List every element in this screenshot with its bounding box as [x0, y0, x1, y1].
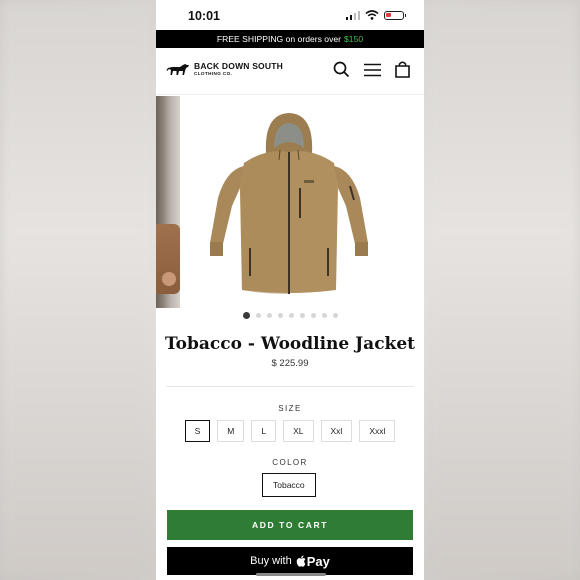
- add-to-cart-button[interactable]: ADD TO CART: [167, 510, 413, 540]
- gallery-dot[interactable]: [255, 313, 261, 318]
- gallery-dot[interactable]: [266, 313, 272, 318]
- gallery-dot[interactable]: [332, 313, 338, 318]
- wifi-icon: [365, 10, 379, 20]
- color-label: COLOR: [272, 458, 308, 467]
- previous-product-photo[interactable]: [156, 96, 180, 308]
- gallery-dot[interactable]: [277, 313, 283, 318]
- size-option-xl[interactable]: XL: [283, 420, 314, 442]
- size-option-l[interactable]: L: [251, 420, 277, 442]
- size-option-m[interactable]: M: [217, 420, 245, 442]
- status-bar: 10:01: [156, 0, 424, 30]
- product-title: Tobacco - Woodline Jacket: [164, 334, 415, 354]
- announcement-price: $150: [344, 34, 364, 44]
- menu-icon[interactable]: [364, 63, 381, 77]
- gallery-dot[interactable]: [299, 313, 305, 318]
- search-icon[interactable]: [333, 61, 350, 78]
- apple-pay-button[interactable]: Buy with Pay: [167, 547, 413, 575]
- brand-logo[interactable]: BACK DOWN SOUTH CLOTHING CO.: [166, 62, 283, 76]
- jacket-image: [210, 113, 368, 294]
- size-options: S M L XL Xxl Xxxl: [156, 420, 424, 442]
- bag-icon[interactable]: [395, 61, 410, 78]
- buy-with-label: Buy with: [250, 555, 292, 567]
- gallery-dot[interactable]: [321, 313, 327, 318]
- background-blur-right: [424, 0, 580, 580]
- size-option-s[interactable]: S: [184, 420, 211, 442]
- size-label: SIZE: [278, 404, 302, 413]
- apple-icon: [296, 555, 306, 567]
- signal-icon: [345, 10, 360, 20]
- product-gallery[interactable]: [156, 96, 424, 308]
- status-time: 10:01: [188, 9, 220, 23]
- announcement-bar: FREE SHIPPING on orders over $150: [156, 30, 424, 48]
- battery-icon: [384, 10, 406, 20]
- brand-name: BACK DOWN SOUTH: [194, 61, 283, 71]
- background-blur-left: [0, 0, 156, 580]
- announcement-text: FREE SHIPPING on orders over: [216, 34, 342, 44]
- brand-tagline: CLOTHING CO.: [194, 70, 233, 76]
- dog-logo-icon: [166, 64, 189, 76]
- site-header: BACK DOWN SOUTH CLOTHING CO.: [156, 48, 424, 95]
- home-indicator: [256, 573, 326, 576]
- divider: [166, 386, 414, 387]
- header-icons: [333, 61, 410, 78]
- gallery-dot[interactable]: [242, 312, 250, 319]
- gallery-pagination: [156, 312, 424, 319]
- gallery-dot[interactable]: [310, 313, 316, 318]
- gallery-dot[interactable]: [288, 313, 294, 318]
- product-price: $ 225.99: [271, 358, 309, 369]
- phone-screen: 10:01 FREE SHIPPING on orders over $150 …: [156, 0, 424, 580]
- status-icons: [345, 10, 406, 20]
- size-option-xxl[interactable]: Xxl: [320, 420, 353, 442]
- color-option-tobacco[interactable]: Tobacco: [262, 473, 316, 497]
- size-option-xxxl[interactable]: Xxxl: [359, 420, 396, 442]
- pay-label: Pay: [306, 553, 330, 569]
